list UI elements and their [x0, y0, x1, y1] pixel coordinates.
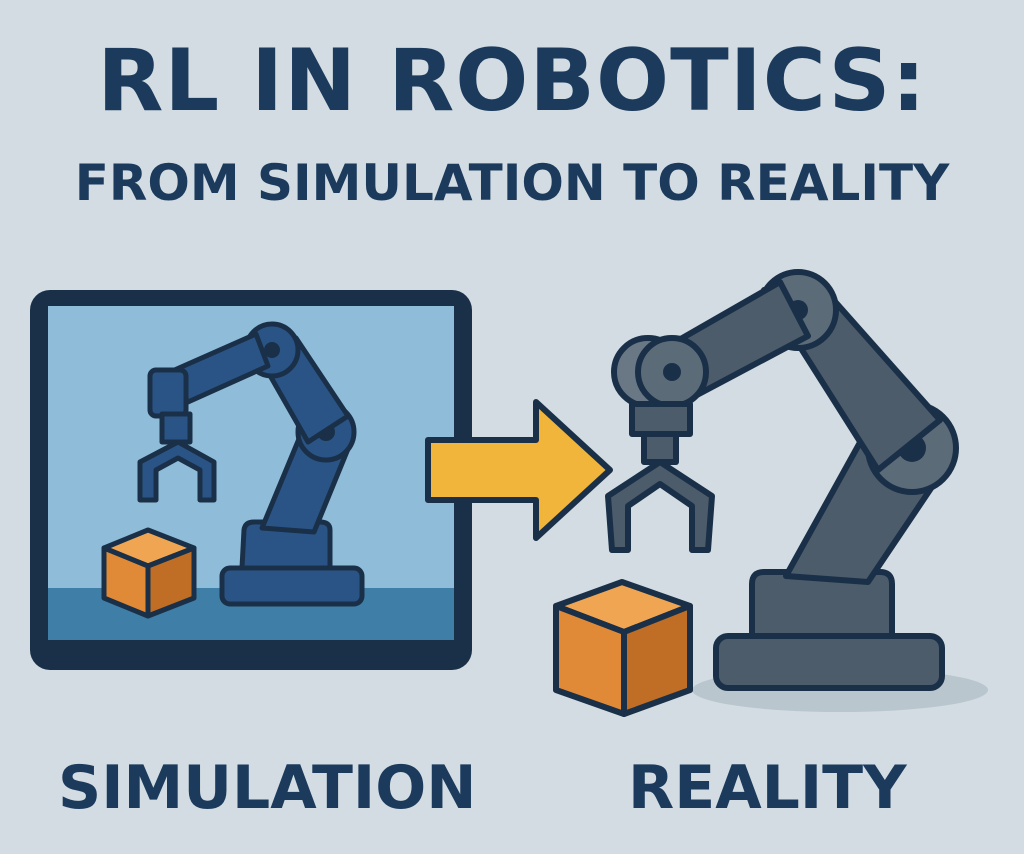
diagram-scene — [30, 269, 988, 717]
simulation-label: SIMULATION — [58, 753, 477, 823]
box-icon — [101, 527, 197, 619]
box-icon — [553, 579, 693, 717]
reality-label: REALITY — [628, 753, 907, 823]
